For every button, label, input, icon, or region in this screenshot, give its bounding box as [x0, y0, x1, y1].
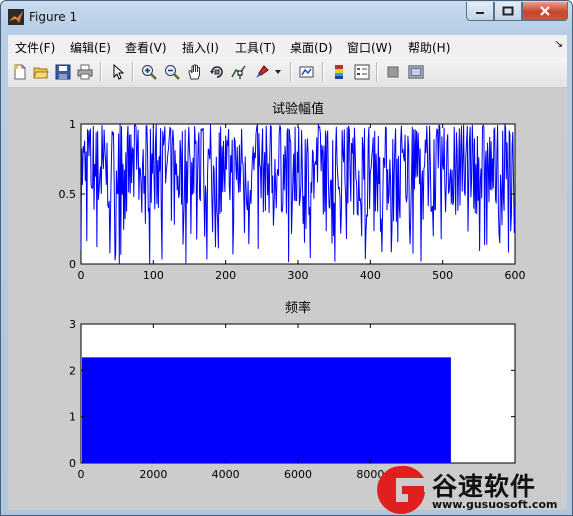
menu-help[interactable]: 帮助(H)	[408, 39, 450, 56]
y-tick-label: 0	[69, 258, 76, 271]
menu-desktop[interactable]: 桌面(D)	[290, 39, 333, 56]
new-file-icon[interactable]	[11, 63, 29, 81]
y-tick-label: 3	[69, 318, 76, 331]
dock-arrow-icon[interactable]: ↘	[555, 39, 563, 50]
x-tick-label: 600	[505, 269, 526, 282]
menu-window[interactable]: 窗口(W)	[347, 39, 392, 56]
save-icon[interactable]	[54, 63, 72, 81]
close-icon	[540, 6, 550, 16]
maximize-icon	[502, 6, 514, 16]
y-tick-label: 0.5	[59, 188, 77, 201]
watermark-url: www.gusuosoft.com	[432, 498, 558, 511]
x-tick-label: 300	[288, 269, 309, 282]
toolbar-separator	[100, 62, 102, 82]
toolbar-separator	[376, 62, 378, 82]
plots-svg: 试验幅值 0 100 200 300 400 500 60000.51 频率 0 2000 40…	[59, 101, 526, 481]
rotate-3d-icon[interactable]	[208, 63, 226, 81]
y-tick-label: 0	[69, 457, 76, 470]
brush-icon[interactable]	[253, 63, 271, 81]
matlab-icon	[8, 9, 24, 25]
x-tick-label: 400	[360, 269, 381, 282]
x-tick-label: 0	[78, 269, 85, 282]
zoom-in-icon[interactable]	[140, 63, 158, 81]
x-tick-label: 4000	[212, 468, 240, 481]
amplitude-title: 试验幅值	[272, 101, 324, 117]
pointer-icon[interactable]	[109, 63, 127, 81]
frequency-title: 频率	[285, 300, 311, 316]
brush-dropdown-icon[interactable]	[273, 63, 283, 81]
y-tick-label: 1	[69, 118, 76, 131]
show-tools-icon[interactable]	[407, 63, 425, 81]
watermark-logo-icon	[377, 465, 425, 514]
menu-tools[interactable]: 工具(T)	[235, 39, 276, 56]
toolbar-separator	[322, 62, 324, 82]
maximize-button[interactable]	[494, 2, 522, 21]
toolbar-separator	[132, 62, 134, 82]
link-plot-icon[interactable]	[298, 63, 316, 81]
hide-tools-icon[interactable]	[384, 63, 402, 81]
print-icon[interactable]	[76, 63, 94, 81]
zoom-out-icon[interactable]	[163, 63, 181, 81]
figure-window: Figure 1 文件(F) 编辑(E) 查看(V) 插入(I) 工具(T) 桌…	[0, 0, 573, 516]
toolbar	[8, 57, 567, 88]
x-tick-label: 0	[78, 468, 85, 481]
minimize-icon	[476, 12, 484, 14]
x-tick-label: 200	[215, 269, 236, 282]
menu-view[interactable]: 查看(V)	[125, 39, 167, 56]
colorbar-icon[interactable]	[330, 63, 348, 81]
close-button[interactable]	[522, 2, 568, 21]
data-cursor-icon[interactable]	[230, 63, 248, 81]
menu-bar: 文件(F) 编辑(E) 查看(V) 插入(I) 工具(T) 桌面(D) 窗口(W…	[8, 35, 567, 57]
frequency-bar	[82, 357, 451, 463]
minimize-button[interactable]	[466, 2, 494, 21]
y-tick-label: 1	[69, 411, 76, 424]
menu-edit[interactable]: 编辑(E)	[70, 39, 111, 56]
x-tick-label: 2000	[139, 468, 167, 481]
x-tick-label: 500	[432, 269, 453, 282]
window-title: Figure 1	[29, 10, 78, 24]
x-tick-label: 6000	[284, 468, 312, 481]
x-tick-label: 100	[143, 269, 164, 282]
menu-insert[interactable]: 插入(I)	[182, 39, 219, 56]
toolbar-separator	[290, 62, 292, 82]
open-folder-icon[interactable]	[32, 63, 50, 81]
legend-icon[interactable]	[353, 63, 371, 81]
y-tick-label: 2	[69, 364, 76, 377]
title-bar[interactable]: Figure 1	[1, 1, 572, 33]
pan-hand-icon[interactable]	[186, 63, 204, 81]
menu-file[interactable]: 文件(F)	[15, 39, 55, 56]
figure-canvas: 试验幅值 0 100 200 300 400 500 600 0 0.5 1 频率 0 2000 40…	[8, 88, 567, 510]
